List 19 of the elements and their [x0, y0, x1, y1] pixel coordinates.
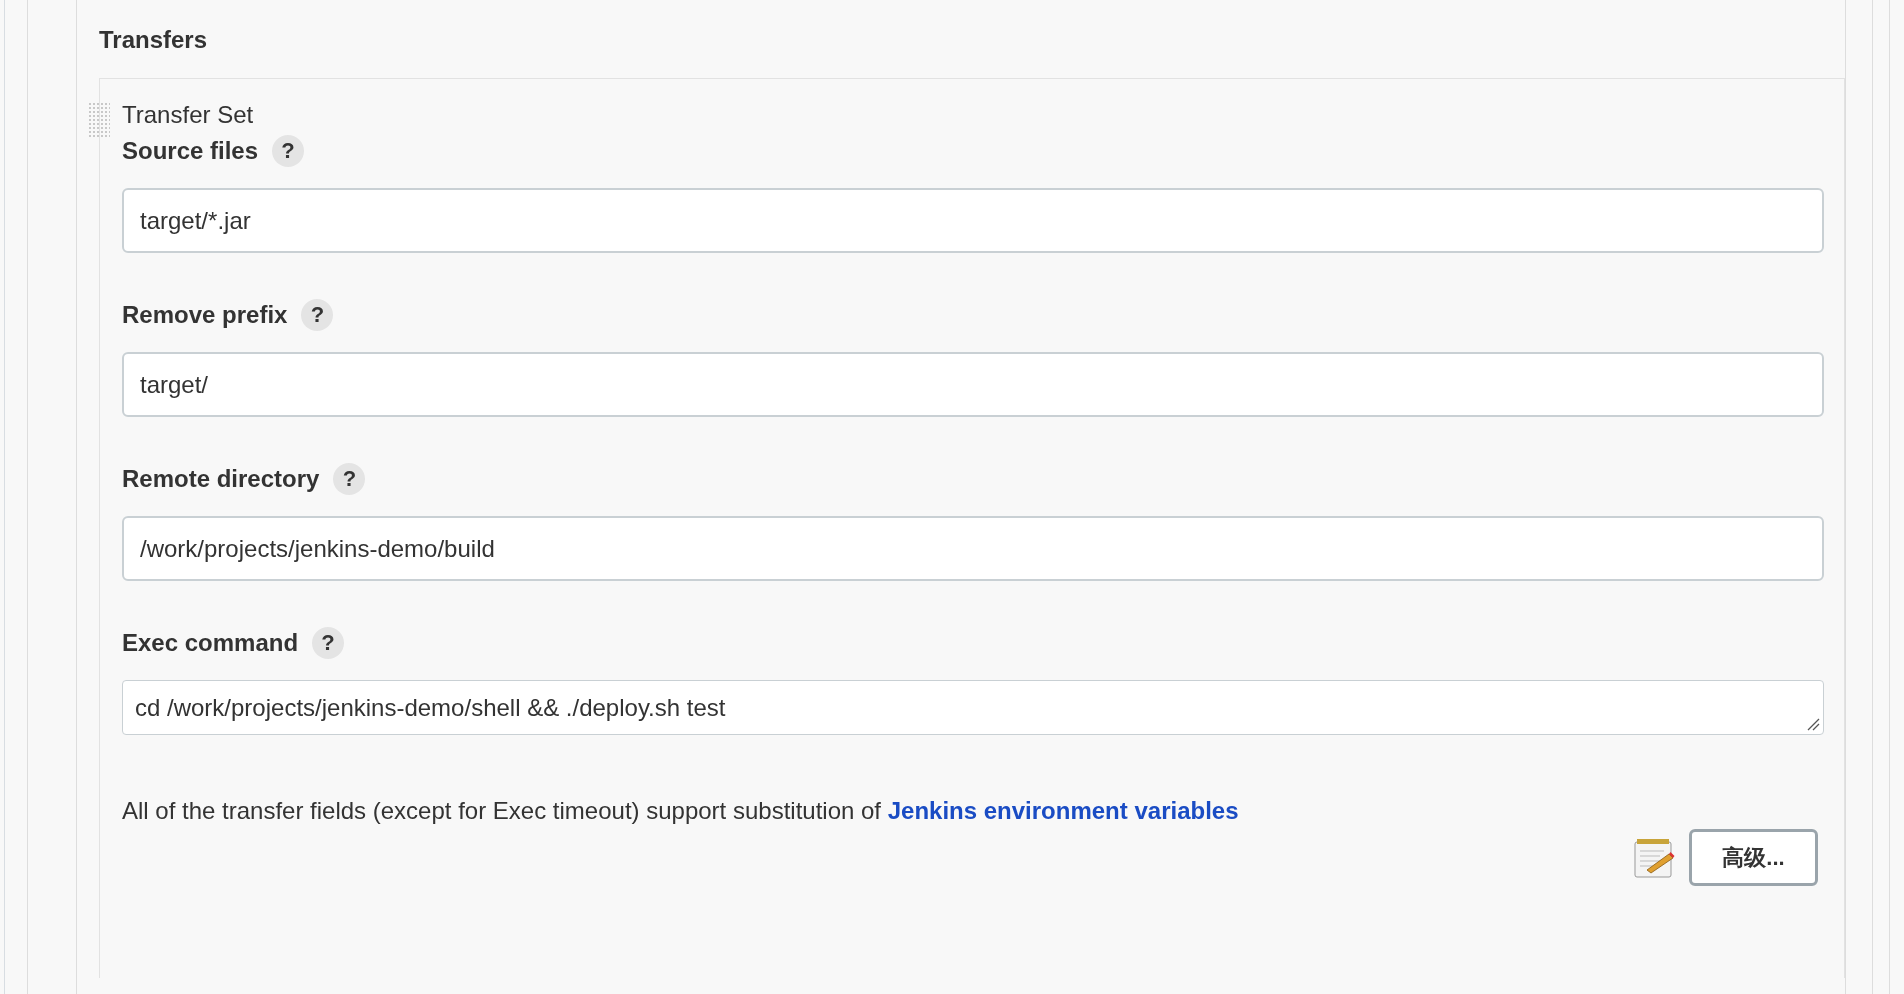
help-icon[interactable]: ? — [312, 627, 345, 659]
field-label: Remove prefix — [122, 301, 288, 329]
notepad-pencil-icon[interactable] — [1633, 836, 1675, 879]
help-icon[interactable]: ? — [333, 463, 366, 495]
transfer-set-title: Transfer Set — [122, 101, 255, 129]
help-icon[interactable]: ? — [301, 299, 334, 331]
text-area[interactable]: cd /work/projects/jenkins-demo/shell && ./deploy.sh test — [122, 680, 1824, 735]
input-field[interactable]: target/*.jar — [122, 188, 1824, 253]
field-label: Source files — [122, 137, 259, 165]
input-field[interactable]: target/ — [122, 352, 1824, 417]
help-note: All of the transfer fields (except for Exec timeout) support substitution of Jenkins environment variables — [122, 797, 1240, 825]
field-label: Remote directory — [122, 465, 320, 493]
input-field[interactable]: /work/projects/jenkins-demo/build — [122, 516, 1824, 581]
section-title: Transfers — [99, 26, 209, 54]
field-label: Exec command — [122, 629, 299, 657]
advanced-button[interactable]: 高级... — [1689, 829, 1818, 886]
resize-grip-icon[interactable] — [1806, 717, 1820, 731]
help-icon[interactable]: ? — [272, 135, 305, 167]
environment-variables-link[interactable]: Jenkins environment variables — [887, 797, 1239, 824]
